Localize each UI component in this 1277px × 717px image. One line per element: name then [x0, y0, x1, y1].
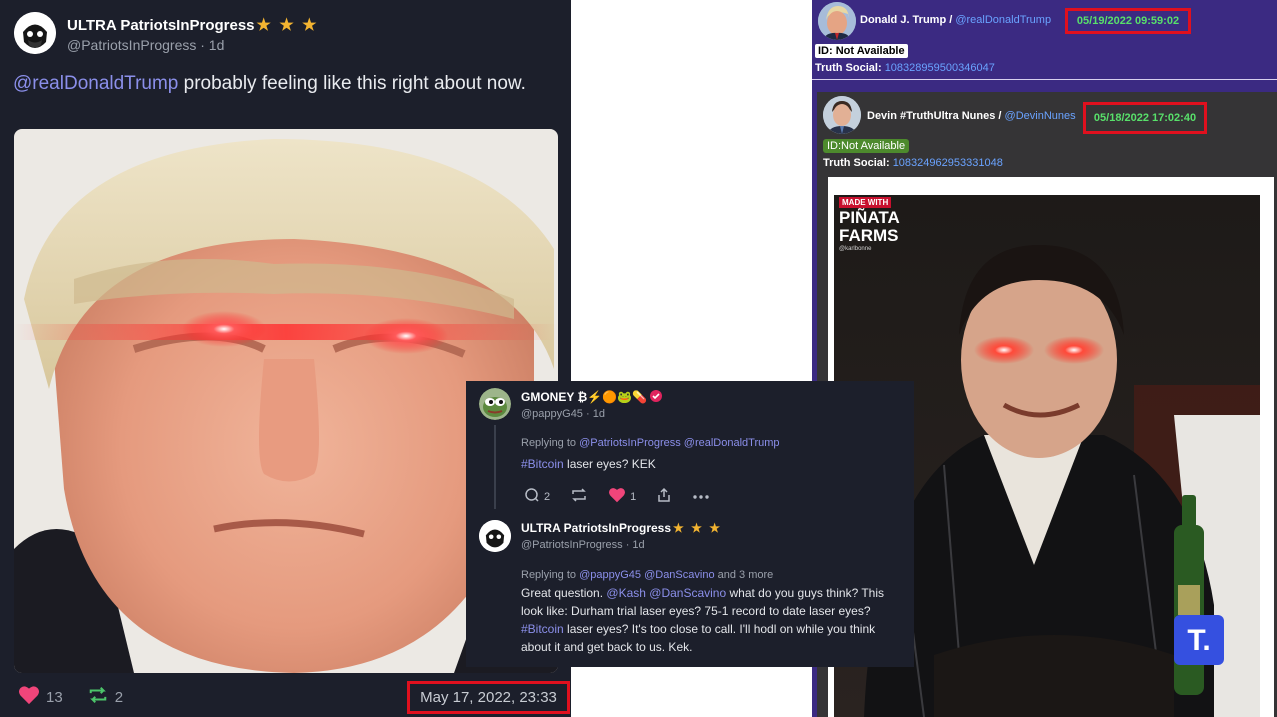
post-text: @realDonaldTrump probably feeling like t… — [13, 72, 553, 96]
more-button[interactable] — [692, 491, 710, 503]
share-button[interactable] — [656, 487, 672, 506]
share-icon[interactable] — [656, 487, 672, 506]
meme-brand-1: PIÑATA — [839, 208, 900, 227]
comment-icon[interactable] — [524, 487, 540, 506]
meme-brand-2: FARMS — [839, 226, 899, 245]
repost-icon[interactable] — [87, 685, 109, 709]
like-stat[interactable]: 13 — [18, 685, 63, 709]
nunes-avatar[interactable] — [823, 96, 861, 134]
verified-icon — [650, 390, 663, 404]
quoted-author-name: Devin #TruthUltra Nunes / — [867, 110, 1005, 122]
top-author-name: Donald J. Trump / — [860, 14, 956, 26]
quoted-timestamp: 05/18/2022 17:02:40 — [1083, 102, 1207, 134]
reply1-like-count: 1 — [630, 490, 637, 503]
top-timestamp: 05/19/2022 09:59:02 — [1065, 8, 1191, 34]
reply2-text-1: Great question. — [521, 586, 607, 600]
repost-icon[interactable] — [570, 487, 588, 506]
meme-credit: @karlbonne — [839, 246, 872, 252]
quoted-author-handle[interactable]: @DevinNunes — [1005, 110, 1076, 122]
author-display-name[interactable]: ULTRA PatriotsInProgress — [67, 17, 255, 34]
top-truth-id-link[interactable]: 108328959500346047 — [885, 62, 995, 74]
reply2-avatar[interactable] — [479, 520, 511, 552]
reply1-replying-mentions[interactable]: @PatriotsInProgress @realDonaldTrump — [579, 437, 779, 449]
repost-button[interactable] — [570, 487, 588, 506]
reply2-handle[interactable]: @PatriotsInProgress · 1d — [521, 539, 645, 551]
top-author: Donald J. Trump / @realDonaldTrump — [860, 14, 1051, 26]
repost-stat[interactable]: 2 — [87, 685, 123, 709]
more-icon[interactable] — [692, 491, 710, 503]
divider — [812, 79, 1277, 80]
reply2-replying-to: Replying to @pappyG45 @DanScavino and 3 … — [521, 569, 773, 581]
reply1-handle[interactable]: @pappyG45 · 1d — [521, 408, 605, 420]
reply2-replying-label: Replying to — [521, 569, 580, 581]
reply-thread: GMONEY ₿⚡🟠🐸💊 @pappyG45 · 1d Replying to … — [466, 381, 914, 667]
author-name[interactable]: ULTRA PatriotsInProgress ★ ★ ★ — [67, 15, 318, 35]
reply2-author[interactable]: ULTRA PatriotsInProgress ★ ★ ★ — [521, 521, 722, 535]
truth-social-logo: T. — [1187, 624, 1211, 657]
quoted-id-badge: ID:Not Available — [823, 139, 910, 153]
reply2-stars: ★ ★ ★ — [673, 521, 722, 535]
repost-count: 2 — [114, 688, 124, 706]
reply1-display-name[interactable]: GMONEY ₿⚡🟠🐸💊 — [521, 390, 647, 404]
rank-stars: ★ ★ ★ — [256, 17, 319, 34]
reply1-body: #Bitcoin laser eyes? KEK — [521, 455, 901, 473]
top-id-badge: ID: Not Available — [815, 44, 908, 58]
reply1-text: laser eyes? KEK — [563, 457, 656, 471]
reply2-replying-mentions[interactable]: @pappyG45 @DanScavino — [579, 569, 714, 581]
reply1-actions: 2 1 — [524, 487, 710, 506]
top-author-handle[interactable]: @realDonaldTrump — [955, 14, 1051, 26]
reply1-replying-to: Replying to @PatriotsInProgress @realDon… — [521, 437, 780, 449]
author-handle[interactable]: @PatriotsInProgress · 1d — [67, 37, 224, 53]
mention-link[interactable]: @realDonaldTrump — [13, 73, 178, 94]
quoted-truth-id-line: Truth Social: 108324962953331048 — [823, 157, 1003, 169]
like-count: 13 — [46, 688, 63, 706]
reply1-author[interactable]: GMONEY ₿⚡🟠🐸💊 — [521, 390, 663, 404]
top-truth-label: Truth Social: — [815, 62, 885, 74]
post-stats: 13 2 — [18, 686, 139, 708]
quoted-truth-id-link[interactable]: 108324962953331048 — [893, 157, 1003, 169]
comment-button[interactable]: 2 — [524, 487, 550, 506]
reply2-display-name[interactable]: ULTRA PatriotsInProgress — [521, 521, 671, 535]
reply2-text-3: laser eyes? It's too close to call. I'll… — [521, 622, 876, 654]
quoted-truth-label: Truth Social: — [823, 157, 893, 169]
post-date: May 17, 2022, 23:33 — [407, 681, 570, 714]
heart-icon[interactable] — [608, 487, 626, 506]
meme-made-with: MADE WITH — [839, 197, 892, 208]
comment-count: 2 — [544, 490, 551, 503]
author-avatar[interactable] — [14, 12, 56, 54]
post-body: probably feeling like this right about n… — [178, 73, 526, 94]
reply2-mentions[interactable]: @Kash @DanScavino — [606, 586, 726, 600]
like-button[interactable]: 1 — [608, 487, 636, 506]
reply2-hashtag[interactable]: #Bitcoin — [521, 622, 564, 636]
heart-icon[interactable] — [18, 685, 40, 709]
gmoney-avatar[interactable] — [479, 388, 511, 420]
reply2-replying-more[interactable]: and 3 more — [715, 569, 774, 581]
reply2-body: Great question. @Kash @DanScavino what d… — [521, 584, 901, 656]
reply1-hashtag[interactable]: #Bitcoin — [521, 457, 564, 471]
reply1-replying-label: Replying to — [521, 437, 580, 449]
trump-avatar[interactable] — [818, 2, 856, 40]
quoted-author: Devin #TruthUltra Nunes / @DevinNunes — [867, 110, 1076, 122]
top-truth-id-line: Truth Social: 108328959500346047 — [815, 62, 995, 74]
thread-line — [494, 425, 496, 509]
